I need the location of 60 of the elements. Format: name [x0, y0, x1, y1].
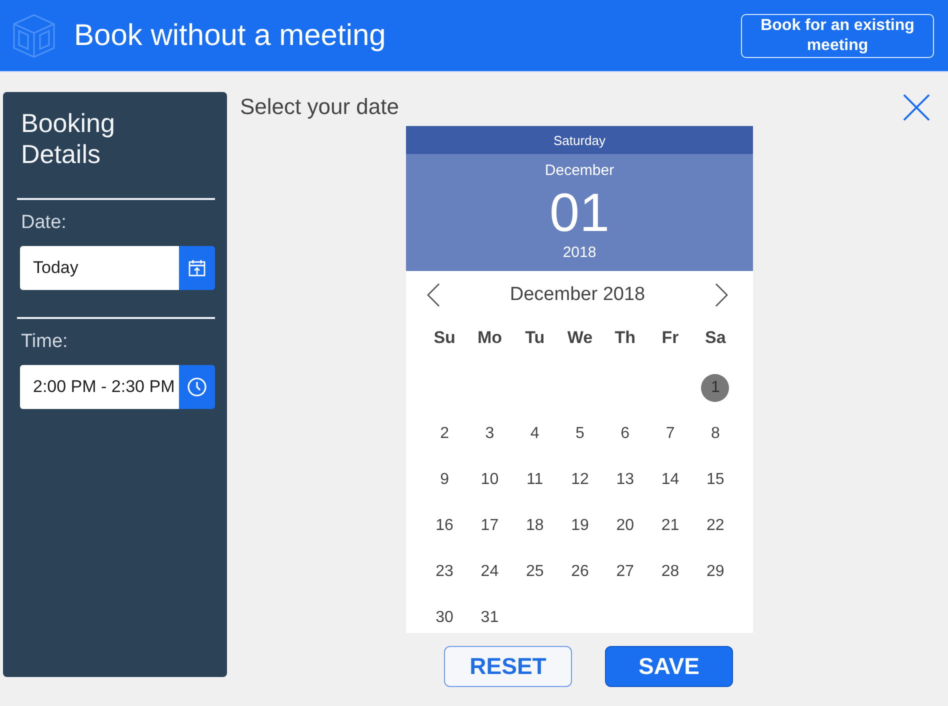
calendar-day[interactable]: 18 — [520, 512, 549, 540]
date-field[interactable]: Today — [20, 246, 179, 290]
month-label: December — [544, 162, 614, 180]
day-number: 01 — [549, 184, 610, 242]
calendar-day[interactable]: 14 — [656, 466, 684, 494]
calendar-day[interactable]: 8 — [701, 420, 730, 448]
calendar-button[interactable] — [179, 246, 215, 290]
clock-icon — [187, 377, 207, 397]
calendar-day[interactable]: 4 — [520, 420, 549, 448]
calendar-day[interactable]: 11 — [520, 466, 549, 494]
calendar-day[interactable]: 21 — [656, 512, 684, 540]
calendar-day[interactable]: 2 — [430, 420, 459, 448]
cube-icon — [12, 12, 56, 58]
calendar-day[interactable]: 31 — [476, 604, 504, 632]
calendar-day[interactable]: 12 — [566, 466, 594, 494]
calendar-day[interactable]: 26 — [566, 558, 594, 586]
month-title: December 2018 — [510, 284, 646, 306]
close-icon[interactable] — [903, 94, 930, 120]
weekday-header: We — [567, 328, 593, 348]
calendar-day[interactable]: 25 — [520, 558, 549, 586]
calendar-day[interactable]: 15 — [701, 466, 730, 494]
calendar-day[interactable]: 7 — [656, 420, 684, 448]
weekday-header: Mo — [477, 328, 502, 348]
sidebar-title: Booking Details — [21, 108, 116, 170]
clock-button[interactable] — [179, 365, 215, 409]
calendar-day[interactable]: 30 — [430, 604, 459, 632]
calendar-day[interactable]: 19 — [566, 512, 594, 540]
calendar-day[interactable]: 20 — [611, 512, 640, 540]
page-title: Book without a meeting — [74, 18, 387, 52]
calendar-day[interactable]: 3 — [476, 420, 504, 448]
calendar-day[interactable]: 13 — [611, 466, 640, 494]
calendar-day[interactable]: 9 — [430, 466, 459, 494]
field-label: Date: — [21, 211, 68, 235]
calendar-day[interactable]: 27 — [611, 558, 640, 586]
field-label: Time: — [21, 330, 69, 354]
calendar-day[interactable]: 24 — [476, 558, 504, 586]
reset-button[interactable]: RESET — [444, 646, 572, 687]
calendar-day[interactable]: 16 — [430, 512, 459, 540]
calendar-day[interactable]: 28 — [656, 558, 684, 586]
weekday-header: Tu — [525, 328, 545, 348]
weekday-header: Sa — [705, 328, 726, 348]
weekday-header: Th — [614, 328, 636, 348]
calendar-day[interactable]: 22 — [701, 512, 730, 540]
calendar-icon — [188, 259, 206, 277]
calendar-day[interactable]: 10 — [476, 466, 504, 494]
existing-meeting-button[interactable]: Book for an existing meeting — [741, 14, 934, 58]
section-heading: Select your date — [240, 94, 399, 120]
calendar-day[interactable]: 29 — [701, 558, 730, 586]
weekday-header: Fr — [662, 328, 679, 348]
save-button[interactable]: SAVE — [605, 646, 733, 687]
calendar-day[interactable]: 6 — [611, 420, 640, 448]
calendar-day[interactable]: 23 — [430, 558, 459, 586]
chevron-left-icon[interactable] — [427, 283, 440, 307]
calendar-day[interactable]: 17 — [476, 512, 504, 540]
weekday-header: Su — [434, 328, 456, 348]
year-label: 2018 — [562, 244, 596, 262]
time-field[interactable]: 2:00 PM - 2:30 PM — [20, 365, 179, 409]
weekday-label: Saturday — [553, 132, 606, 148]
chevron-right-icon[interactable] — [714, 283, 728, 307]
calendar-day[interactable]: 5 — [566, 420, 594, 448]
